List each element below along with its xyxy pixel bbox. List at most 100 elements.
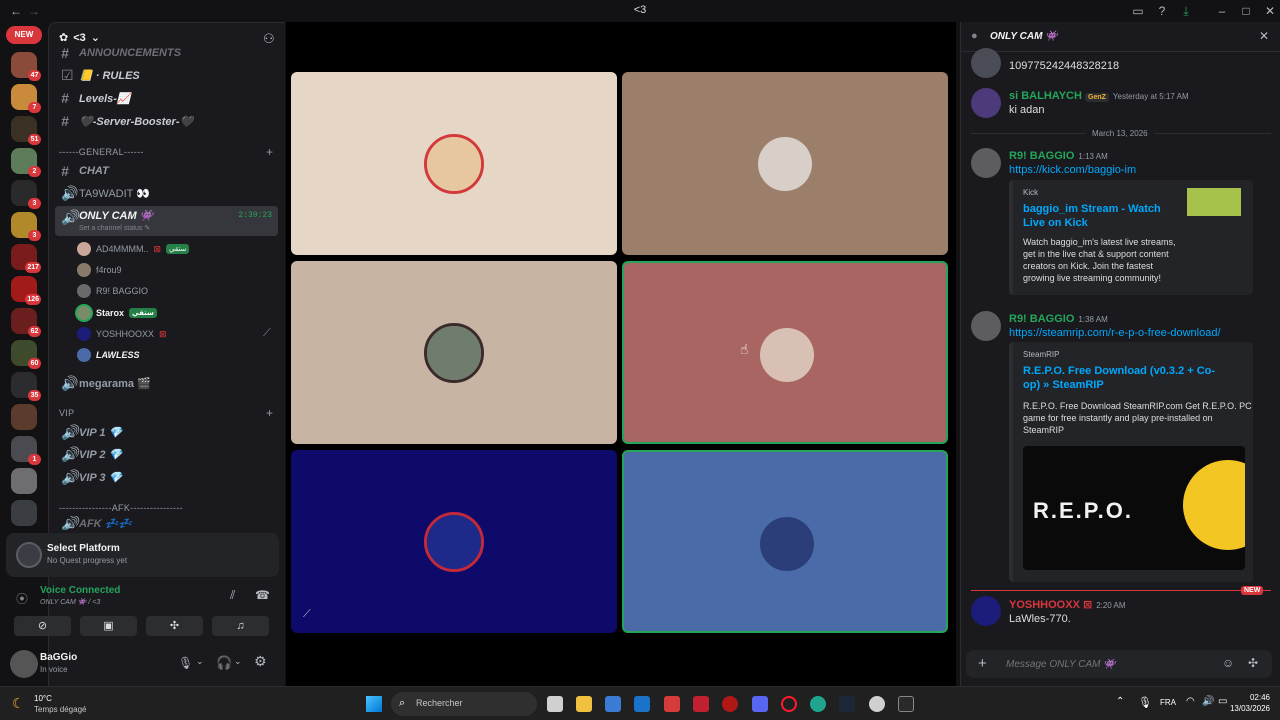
message-author[interactable]: si BALHAYCH GenZ Yesterday at 5:17 AM (1009, 90, 1189, 102)
signal-icon[interactable]: ⦿ (16, 590, 28, 607)
file-explorer-icon[interactable] (576, 696, 592, 712)
server-icon[interactable]: 217 (11, 244, 41, 273)
app-icon[interactable] (664, 696, 680, 712)
channel-server-booster[interactable]: # 🖤-Server-Booster-🖤 (55, 111, 278, 131)
app-icon[interactable] (722, 696, 738, 712)
help-icon[interactable]: ? (1154, 3, 1170, 19)
embed-image[interactable]: R.E.P.O. (1023, 446, 1245, 570)
server-icon[interactable]: 2 (11, 148, 41, 177)
channel-vip-2[interactable]: 🔊 VIP 2 💎 (55, 444, 278, 464)
quest-card[interactable]: Select Platform No Quest progress yet (6, 533, 279, 577)
embed-thumbnail[interactable] (1187, 188, 1241, 216)
activities-button[interactable]: ✣ (146, 616, 203, 636)
language-indicator[interactable]: FRA (1160, 698, 1176, 707)
server-icon[interactable]: 1 (11, 436, 41, 465)
edge-icon[interactable] (810, 696, 826, 712)
avatar[interactable] (971, 311, 1001, 341)
participant-tile[interactable] (291, 261, 617, 444)
avatar[interactable] (971, 88, 1001, 118)
channel-announcements[interactable]: # ANNOUNCEMENTS (55, 43, 278, 63)
embed-provider[interactable]: Kick (1023, 188, 1038, 197)
message-author[interactable]: YOSHHOOXX ⊠ 2:20 AM (1009, 598, 1126, 611)
channel-only-cam[interactable]: 🔊 ONLY CAM 👾 2:39:23 Set a channel status… (55, 206, 278, 236)
settings-gear-icon[interactable]: ⚙ (254, 653, 267, 670)
server-icon[interactable]: 7 (11, 84, 41, 113)
embed-provider[interactable]: SteamRIP (1023, 350, 1059, 359)
minimize-icon[interactable]: – (1214, 3, 1230, 19)
channel-ta9wadit[interactable]: 🔊 TA9WADIT 👀 (55, 183, 278, 203)
volume-icon[interactable]: 🔊 (1202, 696, 1214, 707)
category-afk[interactable]: ----------------AFK---------------- (59, 503, 183, 513)
avatar[interactable] (10, 650, 38, 678)
server-icon[interactable]: 3 (11, 212, 41, 241)
voice-user[interactable]: YOSHHOOXX ⊠ (77, 324, 167, 344)
embed-title[interactable]: baggio_im Stream - Watch Live on Kick (1023, 202, 1183, 230)
discord-icon[interactable] (752, 696, 768, 712)
message-input[interactable] (1006, 655, 1216, 673)
participant-tile[interactable] (291, 72, 617, 255)
category-vip[interactable]: VIP (59, 408, 74, 418)
close-icon[interactable]: ✕ (1259, 29, 1269, 43)
message-author[interactable]: R9! BAGGIO 1:38 AM (1009, 313, 1108, 325)
chevron-down-icon[interactable]: ⌄ (196, 656, 204, 667)
server-icon[interactable] (11, 468, 37, 494)
close-window-icon[interactable]: ✕ (1262, 3, 1278, 19)
server-icon[interactable] (11, 500, 37, 526)
embed-title[interactable]: R.E.P.O. Free Download (v0.3.2 + Co-op) … (1023, 364, 1223, 392)
participant-tile[interactable] (622, 261, 948, 444)
server-icon[interactable]: 35 (11, 372, 41, 401)
avatar[interactable] (971, 596, 1001, 626)
emoji-icon[interactable]: ☺ (1222, 656, 1234, 670)
microphone-icon[interactable]: 🎙 (178, 656, 193, 670)
task-view-icon[interactable] (547, 696, 563, 712)
taskbar-search[interactable]: ⌕ Rechercher (391, 692, 537, 716)
channel-vip-3[interactable]: 🔊 VIP 3 💎 (55, 467, 278, 487)
avatar[interactable] (971, 48, 1001, 78)
epic-games-icon[interactable] (898, 696, 914, 712)
share-screen-button[interactable]: ▣ (80, 616, 137, 636)
server-icon[interactable]: 3 (11, 180, 41, 209)
store-icon[interactable] (605, 696, 621, 712)
download-icon[interactable]: ⤓ (1178, 3, 1194, 19)
voice-user[interactable]: Starox ستقي (77, 303, 157, 323)
voice-user[interactable]: R9! BAGGIO (77, 281, 148, 301)
channel-chat[interactable]: # CHAT (55, 161, 278, 181)
server-icon[interactable]: 47 (11, 52, 41, 81)
camera-off-button[interactable]: ⊘ (14, 616, 71, 636)
participant-tile[interactable] (622, 72, 948, 255)
server-icon[interactable]: 60 (11, 340, 41, 369)
windows-start-icon[interactable] (366, 696, 382, 712)
voice-user[interactable]: LAWLESS (77, 345, 140, 365)
channel-vip-1[interactable]: 🔊 VIP 1 💎 (55, 422, 278, 442)
new-badge[interactable]: NEW (6, 26, 42, 44)
clock-time[interactable]: 02:46 (1234, 693, 1270, 702)
weather-desc[interactable]: Temps dégagé (34, 705, 86, 714)
voice-user[interactable]: AD4MMMM.. ⊠ ستقي (77, 239, 190, 259)
apps-icon[interactable]: ✣ (1248, 656, 1258, 670)
disconnect-icon[interactable]: ☎ (255, 588, 270, 602)
adobe-icon[interactable] (693, 696, 709, 712)
tray-chevron-icon[interactable]: ⌃ (1116, 696, 1124, 707)
noise-suppression-icon[interactable]: ⫽ (230, 588, 235, 603)
add-attachment-icon[interactable]: + (978, 655, 987, 672)
server-icon[interactable]: 51 (11, 116, 41, 145)
inbox-icon[interactable]: ▭ (1130, 3, 1146, 19)
message-link[interactable]: https://steamrip.com/r-e-p-o-free-downlo… (1009, 327, 1221, 339)
username[interactable]: BaGGio (40, 652, 77, 663)
microphone-tray-icon[interactable]: 🎙 (1138, 696, 1152, 709)
voice-connected-label[interactable]: Voice Connected (40, 585, 120, 596)
chevron-down-icon[interactable]: ⌄ (234, 656, 242, 667)
add-channel-icon[interactable]: + (266, 406, 273, 420)
voice-user[interactable]: f4rou9 (77, 260, 122, 280)
channel-afk[interactable]: 🔊 AFK 💤💤 (55, 516, 278, 530)
participant-tile[interactable] (622, 450, 948, 633)
wifi-icon[interactable]: ◠ (1186, 696, 1195, 707)
channel-status[interactable]: Set a channel status ✎ (79, 224, 150, 232)
participant-tile[interactable]: ⟋ (291, 450, 617, 633)
weather-icon[interactable]: ☾ (12, 695, 25, 712)
app-icon[interactable] (869, 696, 885, 712)
maximize-icon[interactable]: □ (1238, 3, 1254, 19)
add-channel-icon[interactable]: + (266, 145, 273, 159)
headphones-icon[interactable]: 🎧 (216, 655, 232, 671)
outlook-icon[interactable] (634, 696, 650, 712)
